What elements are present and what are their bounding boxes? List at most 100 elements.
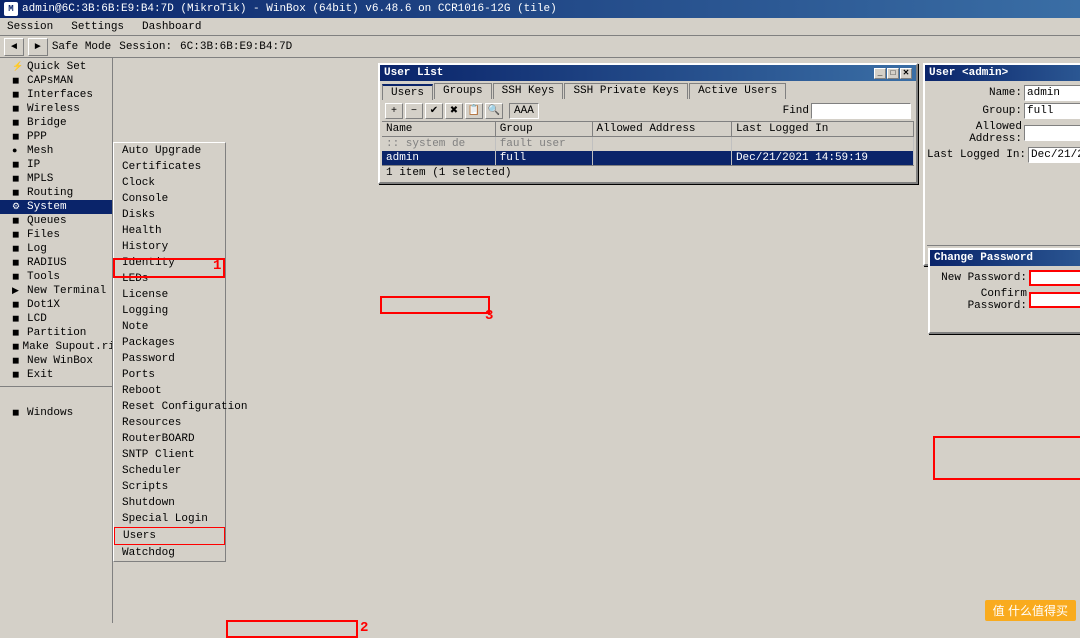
sidebar-item-wireless[interactable]: ◼ Wireless: [0, 102, 112, 116]
col-name[interactable]: Name: [382, 122, 495, 137]
find-input[interactable]: [811, 103, 911, 119]
tab-groups[interactable]: Groups: [434, 83, 492, 99]
new-password-label: New Password:: [932, 272, 1027, 284]
radius-icon: ◼: [12, 258, 24, 268]
tab-ssh-private[interactable]: SSH Private Keys: [564, 83, 688, 99]
copy-btn[interactable]: 📋: [465, 103, 483, 119]
row-group: fault user: [495, 137, 592, 152]
menu-dashboard[interactable]: Dashboard: [139, 20, 204, 34]
sidebar-item-dot1x[interactable]: ◼ Dot1X: [0, 298, 112, 312]
terminal-icon: ▶: [12, 286, 24, 296]
ctx-health[interactable]: Health: [114, 223, 225, 239]
ctx-watchdog[interactable]: Watchdog: [114, 545, 225, 561]
col-allowed[interactable]: Allowed Address: [592, 122, 731, 137]
ctx-scheduler[interactable]: Scheduler: [114, 463, 225, 479]
sidebar-item-lcd[interactable]: ◼ LCD: [0, 312, 112, 326]
ctx-reset-config[interactable]: Reset Configuration: [114, 399, 225, 415]
queues-icon: ◼: [12, 216, 24, 226]
ctx-clock[interactable]: Clock: [114, 175, 225, 191]
ctx-routerboard[interactable]: RouterBOARD: [114, 431, 225, 447]
sidebar-item-files[interactable]: ◼ Files: [0, 228, 112, 242]
group-row: Group: full ▼: [927, 103, 1080, 119]
name-input[interactable]: [1024, 85, 1080, 101]
sidebar-item-routing[interactable]: ◼ Routing: [0, 186, 112, 200]
edit-btn[interactable]: ✔: [425, 103, 443, 119]
user-list-status: 1 item (1 selected): [382, 165, 914, 180]
ctx-disks[interactable]: Disks: [114, 207, 225, 223]
ppp-icon: ◼: [12, 132, 24, 142]
col-last-login[interactable]: Last Logged In: [731, 122, 913, 137]
sidebar-item-radius[interactable]: ◼ RADIUS: [0, 256, 112, 270]
sidebar-item-tools[interactable]: ◼ Tools: [0, 270, 112, 284]
ctx-special-login[interactable]: Special Login: [114, 511, 225, 527]
col-group[interactable]: Group: [495, 122, 592, 137]
new-password-input[interactable]: [1029, 270, 1080, 286]
group-select[interactable]: full ▼: [1024, 103, 1080, 119]
ctx-shutdown[interactable]: Shutdown: [114, 495, 225, 511]
tab-ssh-keys[interactable]: SSH Keys: [493, 83, 564, 99]
sidebar-item-new-winbox[interactable]: ◼ New WinBox: [0, 354, 112, 368]
table-row[interactable]: :: system de fault user: [382, 137, 914, 152]
sidebar-item-quickset[interactable]: ⚡ Quick Set: [0, 60, 112, 74]
ctx-note[interactable]: Note: [114, 319, 225, 335]
table-row[interactable]: admin full Dec/21/2021 14:59:19: [382, 151, 914, 165]
log-icon: ◼: [12, 244, 24, 254]
ctx-sntp[interactable]: SNTP Client: [114, 447, 225, 463]
ctx-packages[interactable]: Packages: [114, 335, 225, 351]
ctx-resources[interactable]: Resources: [114, 415, 225, 431]
tab-active-users[interactable]: Active Users: [689, 83, 786, 99]
forward-button[interactable]: ►: [28, 38, 48, 56]
session-label: Session:: [119, 41, 172, 53]
sidebar-item-queues[interactable]: ◼ Queues: [0, 214, 112, 228]
ctx-identity[interactable]: Identity: [114, 255, 225, 271]
sidebar-item-exit[interactable]: ◼ Exit: [0, 368, 112, 382]
sidebar-item-mpls[interactable]: ◼ MPLS: [0, 172, 112, 186]
cancel-btn[interactable]: ✖: [445, 103, 463, 119]
ctx-password[interactable]: Password: [114, 351, 225, 367]
row-login: Dec/21/2021 14:59:19: [731, 151, 913, 165]
user-list-close[interactable]: ✕: [900, 68, 912, 79]
ctx-console[interactable]: Console: [114, 191, 225, 207]
confirm-password-row: Confirm Password:: [932, 288, 1080, 312]
back-button[interactable]: ◄: [4, 38, 24, 56]
filter-btn[interactable]: 🔍: [485, 103, 503, 119]
user-list-maximize[interactable]: □: [887, 68, 899, 79]
aaa-label[interactable]: AAA: [509, 103, 539, 119]
sidebar-item-mesh[interactable]: ● Mesh: [0, 144, 112, 158]
user-list-tabs: Users Groups SSH Keys SSH Private Keys A…: [380, 81, 916, 99]
num-label-3: 3: [485, 308, 493, 324]
bridge-icon: ◼: [12, 118, 24, 128]
ctx-ports[interactable]: Ports: [114, 367, 225, 383]
sidebar-item-ip[interactable]: ◼ IP: [0, 158, 112, 172]
sidebar-item-new-terminal[interactable]: ▶ New Terminal: [0, 284, 112, 298]
ctx-certificates[interactable]: Certificates: [114, 159, 225, 175]
ctx-history[interactable]: History: [114, 239, 225, 255]
add-btn[interactable]: +: [385, 103, 403, 119]
user-list-minimize[interactable]: _: [874, 68, 886, 79]
menu-session[interactable]: Session: [4, 20, 56, 34]
ctx-license[interactable]: License: [114, 287, 225, 303]
confirm-password-input[interactable]: [1029, 292, 1080, 308]
allowed-address-input[interactable]: [1024, 125, 1080, 141]
tab-users[interactable]: Users: [382, 84, 433, 100]
ctx-users[interactable]: Users: [114, 527, 225, 545]
sidebar: ⚡ Quick Set ◼ CAPsMAN ◼ Interfaces ◼ Wir…: [0, 58, 113, 623]
sidebar-item-supout[interactable]: ◼ Make Supout.rif: [0, 340, 112, 354]
sidebar-item-partition[interactable]: ◼ Partition: [0, 326, 112, 340]
sidebar-item-log[interactable]: ◼ Log: [0, 242, 112, 256]
menu-settings[interactable]: Settings: [68, 20, 127, 34]
sidebar-item-ppp[interactable]: ◼ PPP: [0, 130, 112, 144]
user-list-title-buttons: _ □ ✕: [874, 68, 912, 79]
sidebar-item-system[interactable]: ⚙ System: [0, 200, 112, 214]
user-list-content: + − ✔ ✖ 📋 🔍 AAA Find: [380, 99, 916, 182]
sidebar-item-windows[interactable]: ◼ Windows: [0, 406, 112, 420]
sidebar-item-bridge[interactable]: ◼ Bridge: [0, 116, 112, 130]
sidebar-item-capsman[interactable]: ◼ CAPsMAN: [0, 74, 112, 88]
ctx-reboot[interactable]: Reboot: [114, 383, 225, 399]
ctx-scripts[interactable]: Scripts: [114, 479, 225, 495]
ctx-auto-upgrade[interactable]: Auto Upgrade: [114, 143, 225, 159]
sidebar-item-interfaces[interactable]: ◼ Interfaces: [0, 88, 112, 102]
ctx-leds[interactable]: LEDs: [114, 271, 225, 287]
remove-btn[interactable]: −: [405, 103, 423, 119]
ctx-logging[interactable]: Logging: [114, 303, 225, 319]
